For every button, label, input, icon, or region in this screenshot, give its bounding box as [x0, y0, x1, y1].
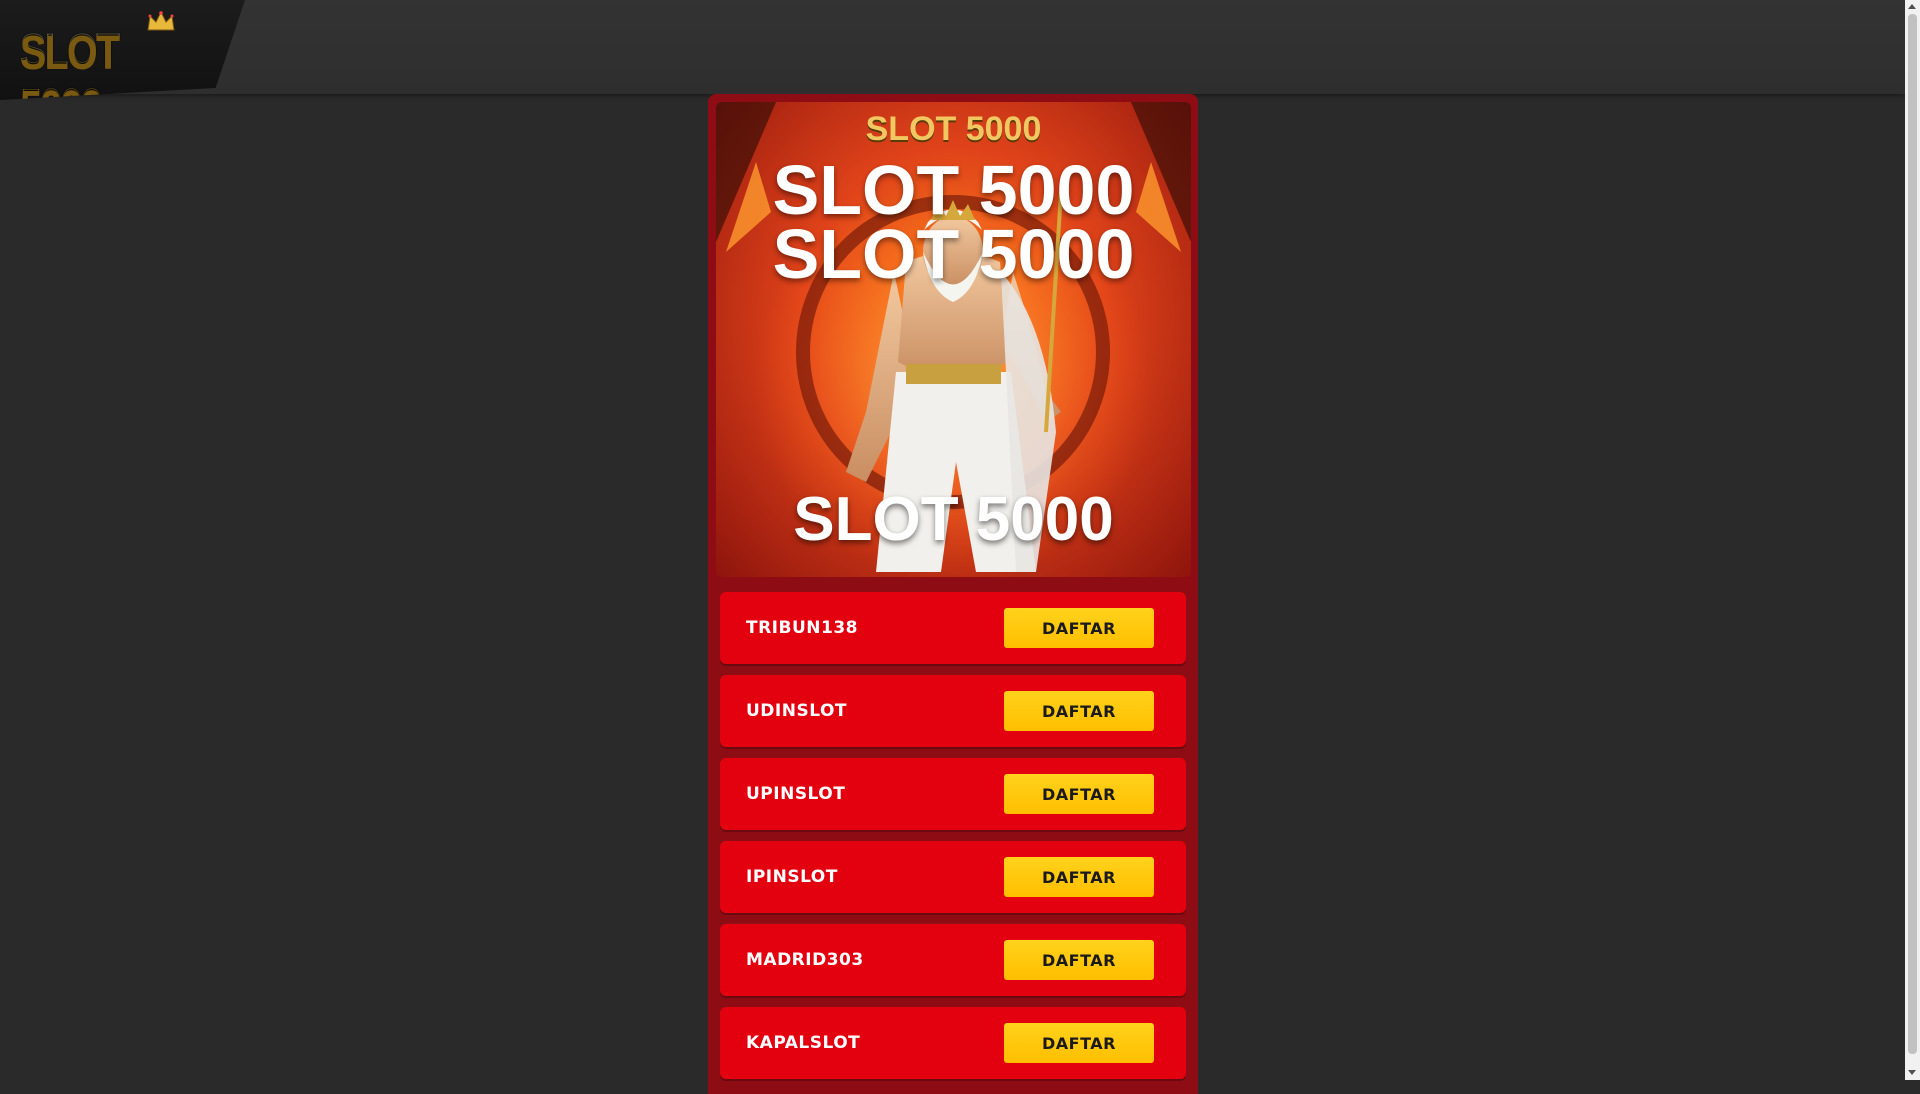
site-logo[interactable]: SLOT 5000 [0, 0, 245, 100]
daftar-button[interactable]: DAFTAR [1004, 608, 1154, 648]
site-name: TRIBUN138 [746, 618, 858, 638]
scroll-up-icon[interactable] [1908, 4, 1916, 9]
site-name: UPINSLOT [746, 784, 846, 804]
logo-text: SLOT 5000 [20, 24, 205, 100]
list-item: UDINSLOT DAFTAR [720, 675, 1186, 747]
banner-top-logo: SLOT 5000 [865, 110, 1042, 148]
scroll-thumb[interactable] [1908, 14, 1917, 1054]
banner-bottom-text: SLOT 5000 [793, 485, 1114, 554]
vertical-scrollbar[interactable] [1905, 0, 1920, 1080]
list-item: IPINSLOT DAFTAR [720, 841, 1186, 913]
daftar-button[interactable]: DAFTAR [1004, 857, 1154, 897]
list-item: MADRID303 DAFTAR [720, 924, 1186, 996]
list-item: TRIBUN138 DAFTAR [720, 592, 1186, 664]
site-name: MADRID303 [746, 950, 864, 970]
banner-headline-2: SLOT 5000 [772, 215, 1135, 293]
site-name: IPINSLOT [746, 867, 838, 887]
daftar-button[interactable]: DAFTAR [1004, 940, 1154, 980]
hero-banner: SLOT 5000 SLOT 5000 SLOT 5000 SLOT 5000 [716, 102, 1191, 577]
site-name: KAPALSLOT [746, 1033, 861, 1053]
list-item: UPINSLOT DAFTAR [720, 758, 1186, 830]
top-header-bar [0, 0, 1905, 94]
list-item: KAPALSLOT DAFTAR [720, 1007, 1186, 1079]
daftar-button[interactable]: DAFTAR [1004, 691, 1154, 731]
scroll-down-icon[interactable] [1908, 1070, 1916, 1075]
daftar-button[interactable]: DAFTAR [1004, 1023, 1154, 1063]
daftar-button[interactable]: DAFTAR [1004, 774, 1154, 814]
site-name: UDINSLOT [746, 701, 847, 721]
